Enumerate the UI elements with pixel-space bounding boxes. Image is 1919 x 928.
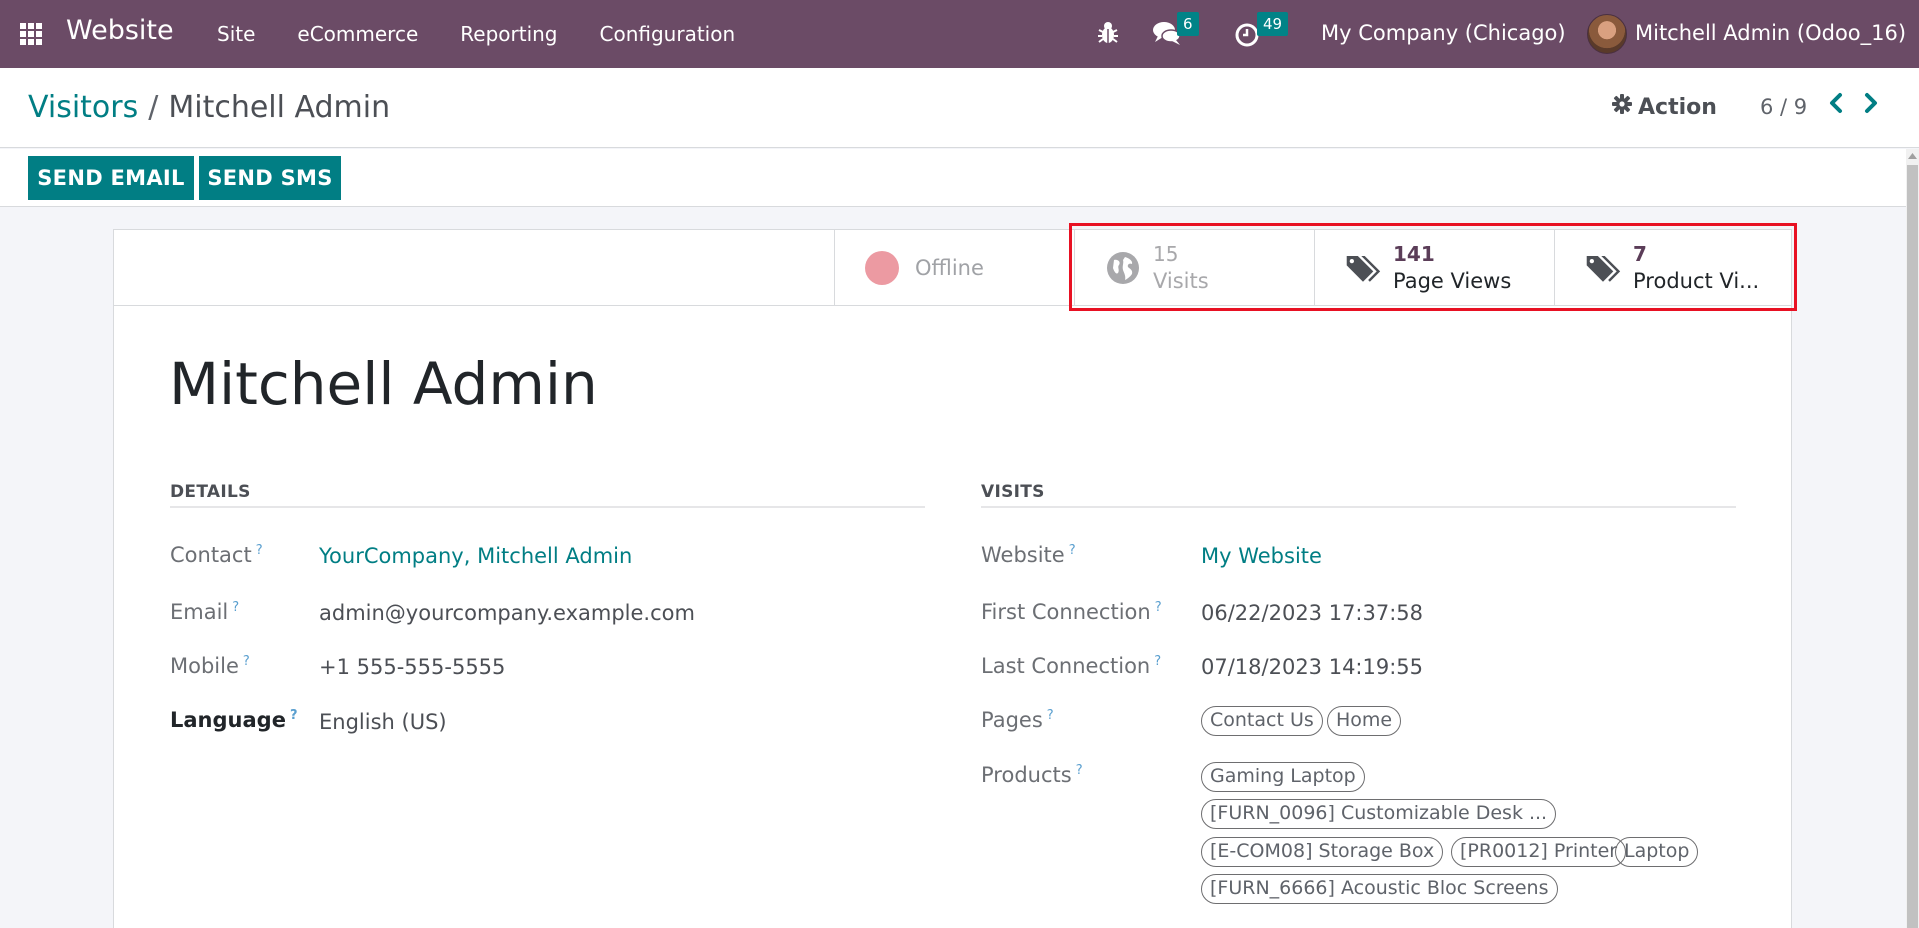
smart-button-box: Offline 15 Visits 141 Page Views 7 Produ… bbox=[114, 230, 1791, 306]
page-views-count: 141 bbox=[1393, 242, 1435, 266]
product-tag[interactable]: [PR0012] Printer bbox=[1451, 837, 1627, 867]
bug-icon[interactable] bbox=[1097, 20, 1119, 52]
company-switcher[interactable]: My Company (Chicago) bbox=[1321, 21, 1566, 45]
action-menu-button[interactable]: Action bbox=[1612, 94, 1717, 120]
gear-icon bbox=[1612, 94, 1632, 120]
user-menu[interactable]: Mitchell Admin (Odoo_16) bbox=[1635, 21, 1906, 45]
apps-grid-icon[interactable] bbox=[20, 23, 46, 45]
product-tag[interactable]: Laptop bbox=[1615, 837, 1699, 867]
pager-previous-button[interactable] bbox=[1823, 88, 1849, 118]
send-sms-button[interactable]: SEND SMS bbox=[199, 156, 341, 200]
visits-smart-button[interactable]: 15 Visits bbox=[1074, 230, 1314, 306]
last-connection-value: 07/18/2023 14:19:55 bbox=[1201, 655, 1424, 679]
scrollbar-thumb[interactable] bbox=[1907, 165, 1918, 928]
form-sheet: Offline 15 Visits 141 Page Views 7 Produ… bbox=[113, 229, 1792, 928]
products-label: Products? bbox=[981, 763, 1083, 787]
product-tag[interactable]: Gaming Laptop bbox=[1201, 762, 1365, 792]
visits-label: Visits bbox=[1153, 269, 1209, 293]
record-title: Mitchell Admin bbox=[169, 350, 598, 418]
menu-item-site[interactable]: Site bbox=[217, 22, 255, 46]
menu-item-reporting[interactable]: Reporting bbox=[460, 22, 557, 46]
pager-value[interactable]: 6 / 9 bbox=[1760, 95, 1807, 119]
website-value[interactable]: My Website bbox=[1201, 544, 1322, 568]
details-group-title: DETAILS bbox=[170, 482, 251, 502]
help-icon[interactable]: ? bbox=[1154, 654, 1161, 669]
help-icon[interactable]: ? bbox=[1047, 708, 1054, 723]
website-label: Website? bbox=[981, 543, 1076, 567]
status-label: Offline bbox=[915, 256, 984, 280]
email-label: Email? bbox=[170, 600, 240, 624]
pager-next-button[interactable] bbox=[1858, 88, 1884, 118]
app-name[interactable]: Website bbox=[66, 15, 174, 46]
tags-icon bbox=[1585, 250, 1621, 286]
help-icon[interactable]: ? bbox=[1076, 763, 1083, 778]
visits-group-title: VISITS bbox=[981, 482, 1045, 502]
product-tag[interactable]: [FURN_0096] Customizable Desk ... bbox=[1201, 799, 1557, 829]
messages-count-badge: 6 bbox=[1177, 12, 1199, 36]
product-views-smart-button[interactable]: 7 Product Vi... bbox=[1554, 230, 1791, 306]
help-icon[interactable]: ? bbox=[232, 600, 239, 615]
page-views-smart-button[interactable]: 141 Page Views bbox=[1314, 230, 1554, 306]
contact-label: Contact? bbox=[170, 543, 263, 567]
chevron-left-icon bbox=[1830, 93, 1842, 113]
mobile-label: Mobile? bbox=[170, 654, 250, 678]
page-views-label: Page Views bbox=[1393, 269, 1512, 293]
language-value: English (US) bbox=[319, 710, 447, 734]
product-views-label: Product Vi... bbox=[1633, 269, 1760, 293]
tags-icon bbox=[1345, 250, 1381, 286]
first-connection-label: First Connection? bbox=[981, 600, 1162, 624]
control-panel: Visitors / Mitchell Admin Action 6 / 9 bbox=[0, 68, 1919, 148]
page-scrollbar[interactable] bbox=[1906, 149, 1919, 928]
activities-count-badge: 49 bbox=[1257, 12, 1289, 36]
status-indicator: Offline bbox=[834, 230, 1074, 306]
product-tag[interactable]: [E-COM08] Storage Box bbox=[1201, 837, 1444, 867]
visits-count: 15 bbox=[1153, 242, 1179, 266]
action-label: Action bbox=[1638, 94, 1717, 120]
page-tag[interactable]: Home bbox=[1327, 706, 1402, 736]
chevron-right-icon bbox=[1865, 93, 1877, 113]
breadcrumb: Visitors / Mitchell Admin bbox=[28, 90, 390, 125]
top-navbar: Website Site eCommerce Reporting Configu… bbox=[0, 0, 1919, 68]
menu-item-configuration[interactable]: Configuration bbox=[600, 22, 736, 46]
contact-value[interactable]: YourCompany, Mitchell Admin bbox=[319, 544, 632, 568]
mobile-value: +1 555-555-5555 bbox=[319, 655, 506, 679]
form-button-bar: SEND EMAIL SEND SMS bbox=[0, 149, 1919, 207]
send-email-button[interactable]: SEND EMAIL bbox=[28, 156, 194, 200]
pages-label: Pages? bbox=[981, 708, 1054, 732]
page-tag[interactable]: Contact Us bbox=[1201, 706, 1323, 736]
email-value: admin@yourcompany.example.com bbox=[319, 601, 695, 625]
help-icon[interactable]: ? bbox=[1069, 543, 1076, 558]
breadcrumb-visitors[interactable]: Visitors bbox=[28, 90, 138, 125]
scroll-up-arrow-icon[interactable] bbox=[1906, 149, 1919, 163]
offline-status-dot-icon bbox=[865, 251, 899, 285]
product-tag[interactable]: [FURN_6666] Acoustic Bloc Screens bbox=[1201, 874, 1558, 904]
visits-divider bbox=[981, 506, 1736, 508]
product-views-count: 7 bbox=[1633, 242, 1647, 266]
last-connection-label: Last Connection? bbox=[981, 654, 1162, 678]
breadcrumb-current: Mitchell Admin bbox=[168, 90, 391, 125]
breadcrumb-separator: / bbox=[148, 90, 159, 125]
menu-item-ecommerce[interactable]: eCommerce bbox=[297, 22, 418, 46]
details-divider bbox=[170, 506, 925, 508]
help-icon[interactable]: ? bbox=[243, 654, 250, 669]
main-menu: Site eCommerce Reporting Configuration bbox=[217, 22, 777, 46]
help-icon[interactable]: ? bbox=[290, 708, 298, 723]
user-avatar[interactable] bbox=[1587, 14, 1627, 54]
help-icon[interactable]: ? bbox=[256, 543, 263, 558]
first-connection-value: 06/22/2023 17:37:58 bbox=[1201, 601, 1424, 625]
help-icon[interactable]: ? bbox=[1155, 600, 1162, 615]
language-label: Language? bbox=[170, 708, 298, 732]
globe-icon bbox=[1105, 250, 1141, 286]
